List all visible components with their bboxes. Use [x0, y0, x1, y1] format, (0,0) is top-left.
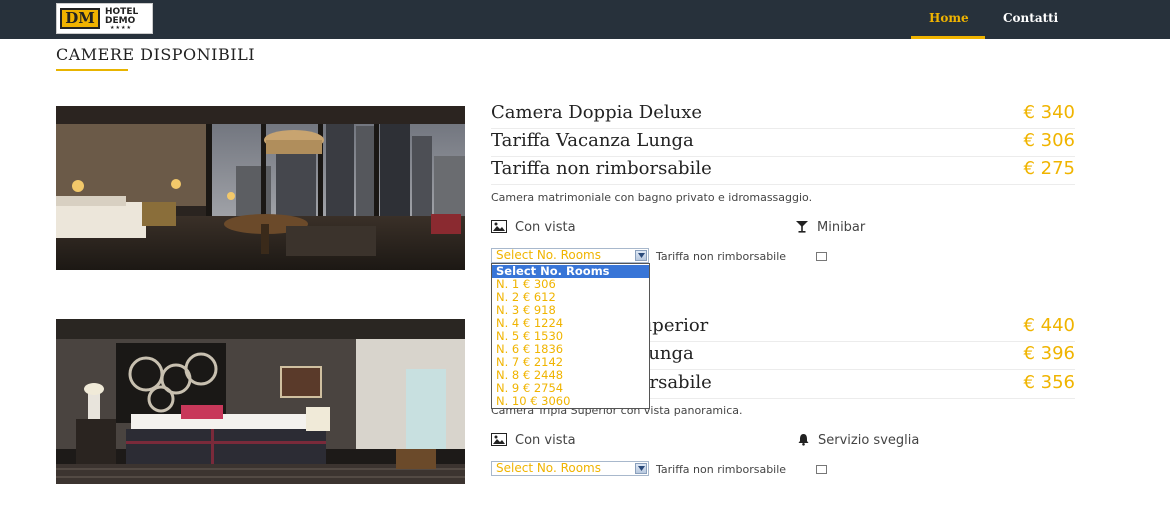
- hotel-logo[interactable]: DM HOTEL DEMO ★★★★: [56, 3, 153, 34]
- room-2-refund-label: Tariffa non rimborsabile: [656, 463, 787, 476]
- chevron-down-icon[interactable]: [635, 463, 647, 474]
- rate-name: Tariffa non rimborsabile: [491, 158, 712, 179]
- room-1-description: Camera matrimoniale con bagno privato e …: [491, 191, 813, 204]
- bell-icon: [798, 434, 809, 446]
- cocktail-icon: [796, 221, 808, 233]
- room-2-rooms-select[interactable]: Select No. Rooms: [491, 461, 649, 476]
- rate-name: Camera Doppia Deluxe: [491, 102, 703, 123]
- room-2-refund-checkbox[interactable]: [816, 465, 827, 474]
- room-1-rooms-select[interactable]: Select No. Rooms: [491, 248, 649, 263]
- feature-label: Con vista: [515, 220, 576, 235]
- rate-name: Tariffa Vacanza Lunga: [491, 130, 694, 151]
- room-2-feature-view: Con vista: [491, 433, 576, 448]
- title-underline: [56, 69, 128, 71]
- rate-price: € 306: [1023, 130, 1075, 151]
- rate-price: € 275: [1023, 158, 1075, 179]
- room-1-rate-row: Tariffa Vacanza Lunga € 306: [491, 129, 1075, 157]
- room-1-photo: [56, 106, 465, 270]
- feature-label: Con vista: [515, 433, 576, 448]
- room-1-feature-minibar: Minibar: [795, 220, 865, 235]
- rate-price: € 356: [1023, 372, 1075, 393]
- room-1-rate-row: Tariffa non rimborsabile € 275: [491, 157, 1075, 185]
- picture-icon: [491, 220, 507, 233]
- section-title: CAMERE DISPONIBILI: [56, 45, 256, 64]
- dropdown-option[interactable]: N. 10 € 3060: [492, 395, 649, 408]
- chevron-down-icon[interactable]: [635, 250, 647, 261]
- select-value: Select No. Rooms: [496, 461, 601, 475]
- rate-price: € 396: [1023, 343, 1075, 364]
- top-navbar: DM HOTEL DEMO ★★★★ Home Contatti: [0, 0, 1170, 39]
- feature-label: Minibar: [817, 220, 866, 235]
- room-2-feature-wakeup: Servizio sveglia: [797, 433, 919, 448]
- feature-label: Servizio sveglia: [818, 433, 920, 448]
- logo-mark: DM: [60, 8, 100, 29]
- rate-price: € 340: [1023, 102, 1075, 123]
- nav-active-indicator: [911, 36, 985, 39]
- nav-contatti-link[interactable]: Contatti: [1003, 11, 1058, 25]
- room-1-refund-label: Tariffa non rimborsabile: [656, 250, 787, 263]
- nav-home-link[interactable]: Home: [929, 11, 969, 25]
- rate-price: € 440: [1023, 315, 1075, 336]
- select-value: Select No. Rooms: [496, 248, 601, 262]
- logo-stars: ★★★★: [110, 25, 132, 31]
- rooms-select-dropdown[interactable]: Select No. Rooms N. 1 € 306 N. 2 € 612 N…: [491, 263, 650, 409]
- room-1-rate-row: Camera Doppia Deluxe € 340: [491, 101, 1075, 129]
- picture-icon: [491, 433, 507, 446]
- room-1-refund-checkbox[interactable]: [816, 252, 827, 261]
- room-2-photo: [56, 319, 465, 484]
- room-1-feature-view: Con vista: [491, 220, 576, 235]
